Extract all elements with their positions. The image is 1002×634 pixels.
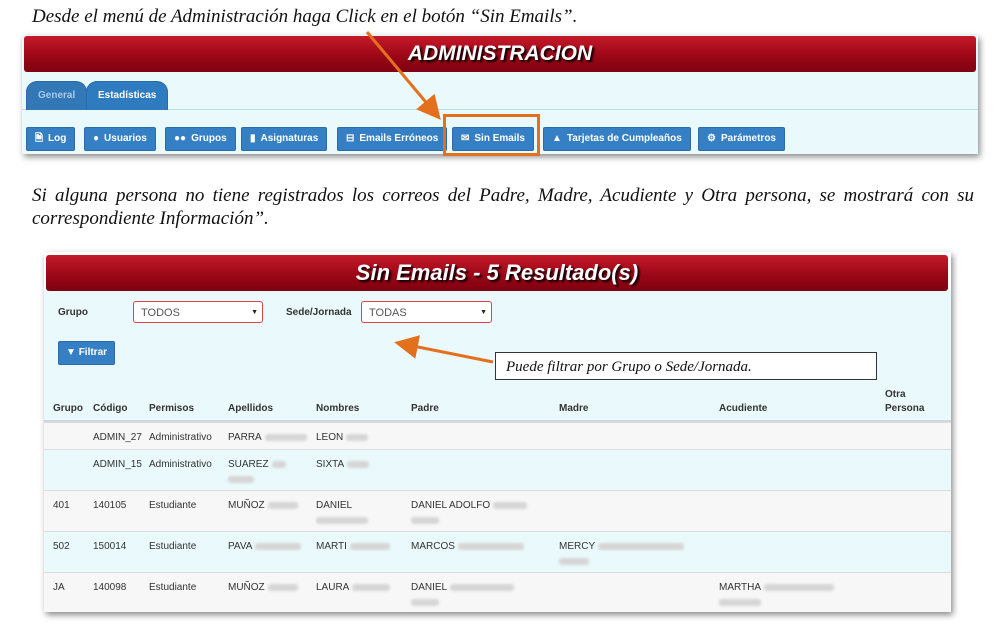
cell-grupo: 502 — [53, 541, 70, 552]
grupos-button[interactable]: ●● Grupos — [165, 127, 236, 151]
cell-grupo: JA — [53, 582, 65, 593]
log-button-label: Log — [48, 133, 67, 144]
cell-padre: DANIEL ADOLFO — [411, 500, 528, 524]
col-permisos: Permisos — [149, 403, 195, 414]
sede-jornada-label: Sede/Jornada — [286, 307, 352, 318]
cell-codigo: 140098 — [93, 582, 127, 593]
grupos-button-label: Grupos — [191, 133, 227, 144]
cell-permisos: Estudiante — [149, 500, 197, 511]
col-padre: Padre — [411, 403, 439, 414]
user-icon: ● — [93, 133, 100, 144]
usuarios-button[interactable]: ● Usuarios — [84, 127, 156, 151]
chevron-down-icon: ▼ — [480, 309, 487, 316]
table-row[interactable]: 401 140105 Estudiante MUÑOZ DANIEL DANIE… — [44, 490, 951, 532]
cell-permisos: Administrativo — [149, 459, 212, 470]
cell-padre: MARCOS — [411, 541, 524, 552]
cell-nombres: MARTI — [316, 541, 390, 552]
col-acudiente: Acudiente — [719, 403, 768, 414]
cell-permisos: Administrativo — [149, 432, 212, 443]
col-grupo: Grupo — [53, 403, 83, 414]
minus-square-icon: ⊟ — [346, 133, 355, 144]
table-row[interactable]: ADMIN_27 Administrativo PARRA LEON — [44, 422, 951, 450]
cell-nombres: DANIEL — [316, 500, 368, 524]
grupo-select-value: TODOS — [141, 307, 180, 319]
grupo-select[interactable]: TODOS ▼ — [133, 301, 263, 323]
admin-title: ADMINISTRACION — [24, 36, 976, 72]
cake-icon: ▲ — [552, 133, 562, 144]
table-header: Grupo Código Permisos Apellidos Nombres … — [44, 376, 951, 422]
log-button[interactable]: 🗎 Log — [26, 127, 76, 151]
emails-erroneos-button[interactable]: ⊟ Emails Erróneos — [337, 127, 448, 151]
grupo-label: Grupo — [58, 307, 88, 318]
cell-codigo: ADMIN_15 — [93, 459, 142, 470]
table-row[interactable]: 502 150014 Estudiante PAVA MARTI MARCOS … — [44, 531, 951, 573]
usuarios-button-label: Usuarios — [104, 133, 147, 144]
col-apellidos: Apellidos — [228, 403, 274, 414]
cell-apellidos: PAVA — [228, 541, 302, 552]
cell-nombres: LAURA — [316, 582, 391, 593]
tarjetas-cumpleanos-button[interactable]: ▲ Tarjetas de Cumpleaños — [543, 127, 691, 151]
cell-acudiente: MARTHA — [719, 582, 835, 606]
cell-padre: DANIEL — [411, 582, 515, 606]
tab-general[interactable]: General — [26, 81, 88, 110]
results-title: Sin Emails - 5 Resultado(s) — [46, 255, 948, 291]
sede-jornada-select-value: TODAS — [369, 307, 407, 319]
sede-jornada-select[interactable]: TODAS ▼ — [361, 301, 492, 323]
results-panel: Grupo TODOS ▼ Sede/Jornada TODAS ▼ Sin E… — [44, 252, 951, 612]
cell-nombres: LEON — [316, 432, 369, 443]
cell-nombres: SIXTA — [316, 459, 370, 470]
cell-apellidos: SUAREZ — [228, 459, 286, 483]
cell-apellidos: PARRA — [228, 432, 307, 443]
instruction-text-2: Si alguna persona no tiene registrados l… — [32, 185, 974, 229]
tab-estadisticas[interactable]: Estadísticas — [86, 81, 169, 110]
asignaturas-button-label: Asignaturas — [260, 133, 319, 144]
instruction-text-1: Desde el menú de Administración haga Cli… — [32, 6, 578, 27]
filter-icon: ▼ — [66, 347, 79, 358]
cell-codigo: 150014 — [93, 541, 127, 552]
gear-icon: ⚙ — [707, 133, 716, 144]
col-nombres: Nombres — [316, 403, 360, 414]
sin-emails-highlight-box — [443, 114, 540, 156]
book-icon: ▮ — [250, 133, 256, 144]
cell-grupo: 401 — [53, 500, 70, 511]
cell-permisos: Estudiante — [149, 582, 197, 593]
admin-tabs: General Estadísticas — [22, 77, 978, 110]
emails-erroneos-button-label: Emails Erróneos — [359, 133, 439, 144]
col-otra-persona: Otra Persona — [885, 389, 925, 414]
cell-codigo: ADMIN_27 — [93, 432, 142, 443]
asignaturas-button[interactable]: ▮ Asignaturas — [241, 127, 328, 151]
filter-callout: Puede filtrar por Grupo o Sede/Jornada. — [495, 352, 877, 380]
file-icon: 🗎 — [35, 133, 44, 144]
cell-permisos: Estudiante — [149, 541, 197, 552]
table-row[interactable]: ADMIN_15 Administrativo SUAREZ SIXTA — [44, 449, 951, 491]
parametros-button[interactable]: ⚙ Parámetros — [698, 127, 785, 151]
users-icon: ●● — [174, 133, 187, 144]
col-madre: Madre — [559, 403, 589, 414]
cell-apellidos: MUÑOZ — [228, 582, 298, 593]
cell-codigo: 140105 — [93, 500, 127, 511]
filtrar-button-label: Filtrar — [78, 347, 108, 358]
cell-apellidos: MUÑOZ — [228, 500, 298, 511]
chevron-down-icon: ▼ — [251, 309, 258, 316]
cell-madre: MERCY — [559, 541, 685, 565]
parametros-button-label: Parámetros — [720, 133, 776, 144]
col-codigo: Código — [93, 403, 128, 414]
table-row[interactable]: JA 140098 Estudiante MUÑOZ LAURA DANIEL … — [44, 572, 951, 612]
tarjetas-cumpleanos-button-label: Tarjetas de Cumpleaños — [566, 133, 682, 144]
filtrar-button[interactable]: ▼ Filtrar — [58, 341, 116, 365]
